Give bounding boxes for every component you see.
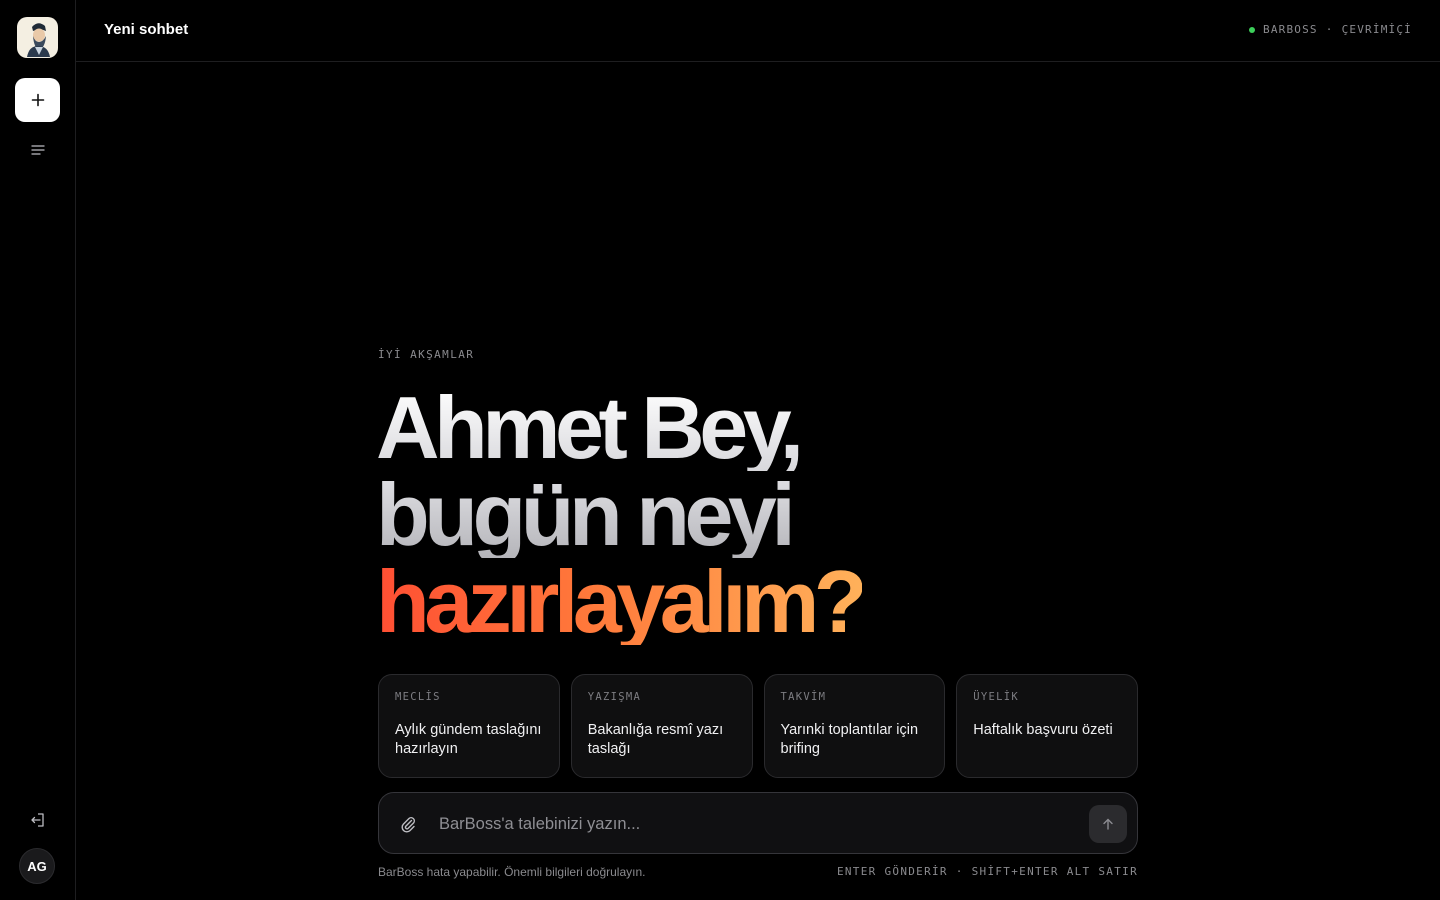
attach-button[interactable]	[397, 813, 419, 835]
hero-line-1: Ahmet Bey,	[376, 384, 862, 472]
disclaimer-note: BarBoss hata yapabilir. Önemli bilgileri…	[378, 865, 646, 879]
menu-lines-icon	[31, 145, 45, 155]
paperclip-icon	[401, 817, 415, 833]
status-text: ÇEVRİMİÇİ	[1341, 23, 1412, 36]
new-chat-button[interactable]	[15, 78, 60, 122]
top-header: Yeni sohbet BARBOSS · ÇEVRİMİÇİ	[76, 0, 1440, 62]
card-tag: ÜYELİK	[973, 691, 1019, 703]
card-text: Yarınki toplantılar için brifing	[780, 722, 919, 757]
user-avatar[interactable]: AG	[19, 848, 55, 884]
logout-icon	[31, 813, 44, 827]
online-status-dot	[1249, 26, 1255, 33]
keyboard-hints: ENTER GÖNDERİR · SHİFT+ENTER ALT SATIR	[836, 865, 1138, 878]
status-indicator: BARBOSS · ÇEVRİMİÇİ	[1249, 23, 1412, 36]
card-tag: MECLİS	[395, 691, 441, 703]
logout-button[interactable]	[26, 808, 50, 832]
app-logo[interactable]	[17, 17, 58, 58]
card-tag: YAZIŞMA	[587, 691, 642, 703]
greeting-eyebrow: İYİ AKŞAMLAR	[378, 348, 475, 361]
suggestion-cards: MECLİS Aylık gündem taslağını hazırlayın…	[378, 674, 1138, 778]
status-brand: BARBOSS	[1263, 23, 1318, 36]
history-menu-button[interactable]	[26, 139, 50, 161]
suggestion-card-uyelik[interactable]: ÜYELİK Haftalık başvuru özeti	[956, 674, 1138, 778]
send-button[interactable]	[1089, 805, 1127, 843]
sidebar: AG	[0, 0, 76, 900]
hero-line-2: bugün neyi	[376, 471, 862, 559]
hero-heading: Ahmet Bey, bugün neyi hazırlayalım?	[376, 384, 868, 651]
suggestion-card-meclis[interactable]: MECLİS Aylık gündem taslağını hazırlayın	[378, 674, 560, 778]
card-text: Bakanlığa resmî yazı taslağı	[587, 722, 724, 757]
arrow-up-icon	[1103, 818, 1113, 830]
page-title: Yeni sohbet	[104, 21, 189, 38]
card-text: Aylık gündem taslağını hazırlayın	[395, 722, 542, 757]
card-text: Haftalık başvuru özeti	[973, 722, 1113, 738]
hero-line-3: hazırlayalım?	[376, 552, 868, 651]
message-input[interactable]	[439, 807, 1079, 841]
status-separator: ·	[1325, 23, 1334, 36]
plus-icon	[31, 93, 44, 107]
card-tag: TAKVİM	[780, 691, 827, 703]
bearded-man-logo-icon	[26, 22, 50, 57]
message-composer	[378, 792, 1138, 854]
suggestion-card-yazisma[interactable]: YAZIŞMA Bakanlığa resmî yazı taslağı	[570, 674, 753, 778]
suggestion-card-takvim[interactable]: TAKVİM Yarınki toplantılar için brifing	[763, 674, 946, 778]
